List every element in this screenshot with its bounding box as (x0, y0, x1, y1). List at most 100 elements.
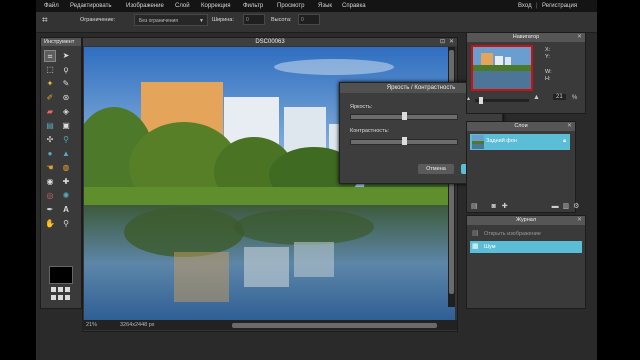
folder-icon[interactable]: ▬ (552, 203, 559, 210)
dodge-tool-icon[interactable]: ✣ (44, 134, 56, 146)
brightness-slider[interactable] (350, 112, 458, 120)
lock-icon: 🔒︎ (563, 138, 566, 144)
constraint-label: Ограничение: (80, 17, 116, 23)
contrast-slider-handle[interactable] (402, 137, 407, 145)
width-input[interactable]: 0 (243, 14, 265, 25)
close-icon[interactable]: ✕ (577, 216, 582, 225)
navigator-header: Навигатор ✕ (467, 33, 585, 42)
constraint-select[interactable]: Без ограничения ▼ (134, 14, 208, 26)
zoom-out-icon[interactable]: ▴ (467, 95, 470, 102)
grid-icon[interactable] (51, 287, 71, 301)
zoom-in-icon[interactable]: ▲ (533, 94, 540, 101)
layer-row[interactable]: Задний фон 🔒︎ (470, 134, 570, 150)
foreground-color-swatch[interactable] (49, 266, 73, 284)
horizontal-scroll-thumb[interactable] (232, 323, 437, 328)
fill-tool-icon[interactable]: ◈ (60, 106, 72, 118)
navigator-panel: Навигатор ✕ X: Y: W: H: ▴ ▲ 21 % (466, 32, 586, 114)
navigator-zoom-unit: % (572, 95, 578, 101)
toolbox-title: Инструмент (41, 38, 81, 46)
constraint-value: Без ограничения (139, 18, 179, 24)
filter-icon: ▦ (472, 243, 479, 250)
menu-view[interactable]: Просмотр (277, 3, 304, 9)
register-link[interactable]: Регистрация (542, 3, 577, 9)
gradient-tool-icon[interactable]: ▤ (44, 120, 56, 132)
coordinates-readout: X: Y: W: H: (545, 47, 552, 83)
red-eye-tool-icon[interactable]: ◉ (44, 176, 56, 188)
height-label: Высота: (271, 17, 292, 23)
y-label: Y: (545, 54, 550, 60)
history-item-label: Шум (484, 244, 496, 250)
burn-tool-icon[interactable]: ⚲ (60, 134, 72, 146)
color-replace-tool-icon[interactable]: ▣ (60, 120, 72, 132)
navigator-title: Навигатор (512, 34, 540, 40)
history-item[interactable]: ▦ Шум (470, 241, 582, 253)
pinch-tool-icon[interactable]: ✺ (60, 190, 72, 202)
menu-file[interactable]: Файл (44, 3, 59, 9)
maximize-icon[interactable]: ⊡ (440, 38, 445, 46)
bloat-tool-icon[interactable]: ◎ (44, 190, 56, 202)
status-bar: 21% 3264x2448 px (82, 320, 457, 330)
layer-thumbnail (472, 135, 484, 149)
height-input[interactable]: 0 (298, 14, 320, 25)
navigator-zoom-handle[interactable] (479, 97, 483, 104)
sponge-tool-icon[interactable]: ◍ (60, 162, 72, 174)
lasso-tool-icon[interactable]: ϙ (60, 64, 72, 76)
navigator-zoom-slider[interactable] (475, 97, 529, 104)
menu-adjust[interactable]: Коррекция (201, 3, 231, 9)
marquee-tool-icon[interactable]: ⬚ (44, 64, 56, 76)
menu-separator: | (536, 3, 538, 9)
clone-tool-icon[interactable]: ⊛ (60, 92, 72, 104)
width-label: Ширина: (212, 17, 234, 23)
h-label: H: (545, 76, 551, 82)
menu-help[interactable]: Справка (342, 3, 366, 9)
app-window: Файл Редактировать Изображение Слой Корр… (36, 0, 597, 360)
move-tool-icon[interactable]: ➤ (60, 50, 72, 62)
w-label: W: (545, 69, 552, 75)
cancel-button[interactable]: Отмена (418, 164, 454, 174)
menu-edit[interactable]: Редактировать (70, 3, 111, 9)
layers-panel: Слои ✕ Задний фон 🔒︎ ▤ ◙ ✚ ▬ ▥ ⚙ (466, 121, 579, 213)
brush-tool-icon[interactable]: ✐ (44, 92, 56, 104)
hand-tool-icon[interactable]: ✋ (44, 218, 56, 230)
login-link[interactable]: Вход (518, 3, 532, 9)
document-title: DSC00063 (255, 39, 285, 45)
text-tool-icon[interactable]: A (60, 204, 72, 216)
sharpen-tool-icon[interactable]: ▲ (60, 148, 72, 160)
chevron-down-icon: ▼ (199, 18, 204, 24)
brightness-label: Яркость: (350, 104, 373, 110)
menu-image[interactable]: Изображение (126, 3, 164, 9)
navigator-zoom-input[interactable]: 21 (553, 94, 566, 100)
close-icon[interactable]: ✕ (577, 33, 582, 42)
zoom-level[interactable]: 21% (86, 320, 97, 330)
brightness-slider-handle[interactable] (402, 112, 407, 120)
menu-language[interactable]: Язык (318, 3, 332, 9)
layer-properties-icon[interactable]: ▤ (471, 203, 478, 210)
crop-tool-icon[interactable]: ⌗ (44, 50, 56, 62)
crop-icon: ⌗ (42, 15, 48, 26)
drop-tool-icon[interactable]: ● (44, 148, 56, 160)
layers-title: Слои (514, 123, 528, 129)
color-picker-tool-icon[interactable]: ✒ (44, 204, 56, 216)
trash-icon[interactable]: ▥ (563, 203, 570, 210)
zoom-tool-icon[interactable]: ⚲ (60, 218, 72, 230)
layer-style-icon[interactable]: ✚ (502, 203, 508, 210)
layer-tools: ▤ ◙ ✚ ▬ ▥ ⚙ (471, 202, 579, 210)
close-icon[interactable]: ✕ (449, 38, 454, 46)
menu-layer[interactable]: Слой (175, 3, 190, 9)
menu-filter[interactable]: Фильтр (243, 3, 263, 9)
smudge-tool-icon[interactable]: ☚ (44, 162, 56, 174)
history-panel: Журнал ✕ ▤ Открыть изображение ▦ Шум (466, 215, 586, 309)
spot-heal-tool-icon[interactable]: ✚ (60, 176, 72, 188)
settings-icon[interactable]: ⚙ (573, 203, 579, 210)
wand-tool-icon[interactable]: ✦ (44, 78, 56, 90)
options-bar: ⌗ Ограничение: Без ограничения ▼ Ширина:… (36, 12, 597, 33)
history-item[interactable]: ▤ Открыть изображение (470, 228, 582, 240)
eraser-tool-icon[interactable]: ▰ (44, 106, 56, 118)
navigator-thumbnail[interactable] (471, 45, 533, 91)
mask-icon[interactable]: ◙ (492, 203, 496, 210)
close-icon[interactable]: ✕ (567, 122, 572, 131)
contrast-slider[interactable] (350, 137, 458, 145)
pencil-tool-icon[interactable]: ✎ (60, 78, 72, 90)
layers-header: Слои ✕ (467, 122, 575, 131)
history-header: Журнал ✕ (467, 216, 585, 225)
